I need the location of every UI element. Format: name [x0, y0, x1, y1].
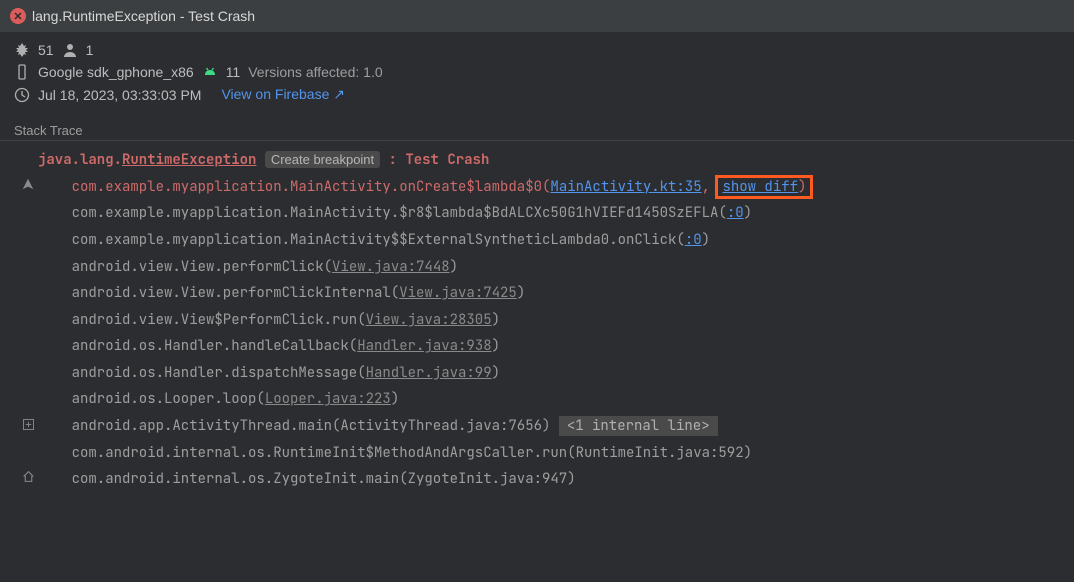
file-link[interactable]: View.java:28305 — [366, 311, 492, 329]
stack-line: com.example.myapplication.MainActivity.o… — [18, 174, 1064, 201]
stack-line: com.example.myapplication.MainActivity$$… — [18, 227, 1064, 254]
gutter-icon[interactable] — [18, 466, 38, 493]
stack-line: android.os.Looper.loop(Looper.java:223) — [18, 386, 1064, 413]
file-link[interactable]: View.java:7425 — [399, 284, 517, 302]
stack-frame-text: android.os.Handler.dispatchMessage( — [72, 364, 366, 382]
sdk-level: 11 — [226, 64, 241, 80]
device-text: Google sdk_gphone_x86 — [38, 64, 194, 80]
section-label: Stack Trace — [0, 115, 1074, 140]
versions-affected: Versions affected: 1.0 — [248, 64, 382, 80]
meta-block: 51 1 Google sdk_gphone_x86 11 Versions a… — [0, 32, 1074, 115]
exception-message: Test Crash — [405, 151, 489, 169]
view-on-firebase-link[interactable]: View on Firebase ↗ — [221, 86, 345, 103]
stack-frame-text: com.android.internal.os.ZygoteInit.main(… — [72, 471, 576, 489]
file-link[interactable]: MainActivity.kt:35 — [550, 178, 701, 196]
title-bar: ✕ lang.RuntimeException - Test Crash — [0, 0, 1074, 32]
exception-class[interactable]: RuntimeException — [122, 151, 256, 169]
stack-line: android.view.View.performClick(View.java… — [18, 254, 1064, 281]
stack-line: android.os.Handler.handleCallback(Handle… — [18, 333, 1064, 360]
gutter-icon[interactable] — [18, 413, 38, 440]
stack-frame-text: android.os.Looper.loop( — [72, 390, 265, 408]
stack-trace: java.lang.RuntimeException Create breakp… — [0, 147, 1074, 513]
file-link[interactable]: Handler.java:938 — [357, 337, 491, 355]
stack-frame-text: com.android.internal.os.RuntimeInit$Meth… — [72, 444, 752, 462]
stack-frame-text: android.os.Handler.handleCallback( — [72, 337, 358, 355]
create-breakpoint-button[interactable]: Create breakpoint — [265, 151, 380, 168]
bug-count: 51 — [38, 42, 54, 58]
clock-icon — [14, 87, 30, 103]
stack-frame-text: android.view.View.performClick( — [72, 258, 332, 276]
internal-lines-badge[interactable]: <1 internal line> — [559, 416, 718, 436]
file-link[interactable]: View.java:7448 — [332, 258, 450, 276]
stack-line: android.view.View.performClickInternal(V… — [18, 280, 1064, 307]
stack-line: com.android.internal.os.ZygoteInit.main(… — [18, 466, 1064, 493]
file-link[interactable]: :0 — [727, 204, 744, 222]
user-icon — [62, 42, 78, 58]
stack-line: com.example.myapplication.MainActivity.$… — [18, 200, 1064, 227]
bug-icon — [14, 42, 30, 58]
stack-frame-text: com.example.myapplication.MainActivity.o… — [72, 178, 551, 196]
android-icon — [202, 64, 218, 80]
device-icon — [14, 64, 30, 80]
error-icon: ✕ — [10, 8, 26, 24]
show-diff-highlight: show diff) — [715, 175, 813, 199]
stack-frame-text: android.view.View$PerformClick.run( — [72, 311, 366, 329]
gutter-icon[interactable] — [18, 174, 38, 201]
stack-line: com.android.internal.os.RuntimeInit$Meth… — [18, 440, 1064, 467]
user-count: 1 — [86, 42, 94, 58]
stack-frame-text: com.example.myapplication.MainActivity.$… — [72, 204, 727, 222]
stack-frame-text: android.view.View.performClickInternal( — [72, 284, 400, 302]
exception-pkg: java.lang. — [38, 151, 122, 169]
crash-date: Jul 18, 2023, 03:33:03 PM — [38, 87, 201, 103]
external-link-icon: ↗ — [333, 86, 345, 102]
title-text: lang.RuntimeException - Test Crash — [32, 8, 255, 24]
divider — [0, 140, 1074, 141]
stack-frame-text: android.app.ActivityThread.main(Activity… — [72, 417, 559, 435]
stack-line: android.app.ActivityThread.main(Activity… — [18, 413, 1064, 440]
stack-line: android.os.Handler.dispatchMessage(Handl… — [18, 360, 1064, 387]
stack-frame-text: com.example.myapplication.MainActivity$$… — [72, 231, 685, 249]
stack-line: android.view.View$PerformClick.run(View.… — [18, 307, 1064, 334]
file-link[interactable]: Looper.java:223 — [265, 390, 391, 408]
file-link[interactable]: Handler.java:99 — [366, 364, 492, 382]
show-diff-link[interactable]: show diff — [722, 178, 798, 196]
file-link[interactable]: :0 — [685, 231, 702, 249]
